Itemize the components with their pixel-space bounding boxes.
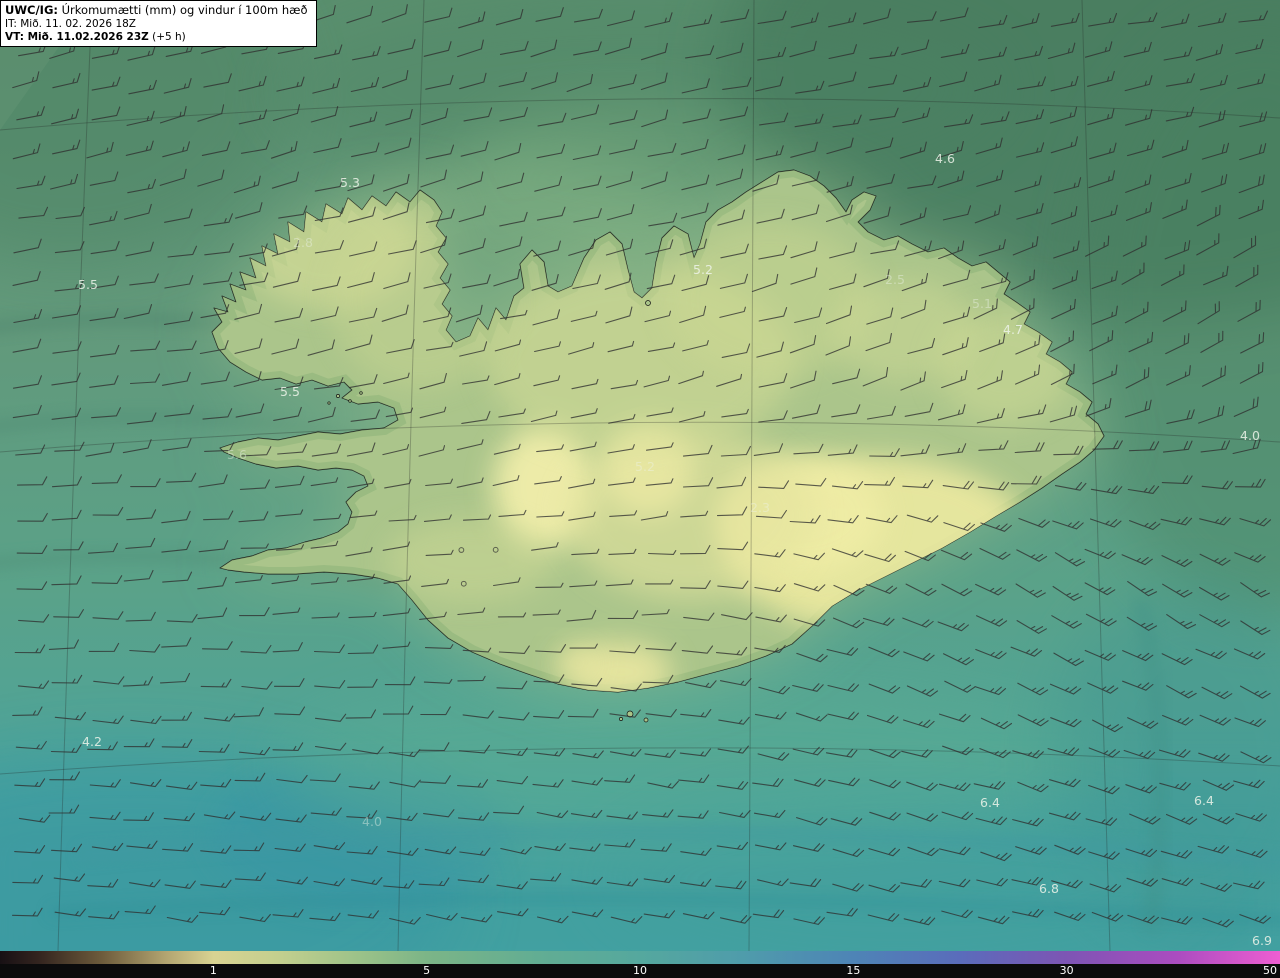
contour-label: 5.1: [972, 296, 992, 311]
contour-label: 4.0: [362, 814, 382, 829]
contour-label: 4.2: [82, 734, 102, 749]
contour-label: 6.8: [1039, 881, 1059, 896]
colorbar-gradient: [0, 951, 1280, 964]
colorbar-tick-label: 15: [846, 964, 860, 978]
contour-label: 6.9: [1252, 933, 1272, 948]
contour-label: 5.2: [693, 262, 713, 277]
contour-label: 4.6: [935, 151, 955, 166]
map-title-box: UWC/IG: Úrkomumætti (mm) og vindur í 100…: [0, 0, 317, 47]
valid-time: VT: Mið. 11.02.2026 23Z (+5 h): [5, 31, 308, 43]
contour-label: 6.4: [1194, 793, 1214, 808]
contour-label: 4.7: [1003, 322, 1023, 337]
valid-time-main: VT: Mið. 11.02.2026 23Z: [5, 31, 149, 43]
contour-label: 5.5: [78, 277, 98, 292]
colorbar-tick-label: 5: [423, 964, 430, 978]
model-name: UWC/IG:: [5, 3, 58, 17]
contour-label: 5.2: [635, 459, 655, 474]
contour-label: 5.3: [340, 175, 360, 190]
colorbar-tick-label: 1: [210, 964, 217, 978]
contour-label: 6.4: [980, 795, 1000, 810]
contour-label: 2.8: [293, 235, 313, 250]
colorbar: 1510153050: [0, 951, 1280, 978]
map-canvas: 5.3 2.8 5.5 5.2 2.5 4.6 5.1 4.7 4.0 5.5 5.6 5.2 2.3 4…: [0, 0, 1280, 951]
map-title: UWC/IG: Úrkomumætti (mm) og vindur í 100…: [5, 3, 308, 17]
contour-label: 2.5: [885, 272, 905, 287]
contour-label: 2.3: [750, 500, 770, 515]
contour-label: 5.6: [227, 447, 247, 462]
colorbar-tick-label: 30: [1060, 964, 1074, 978]
colorbar-tick-label: 50: [1263, 964, 1277, 978]
map-title-text: Úrkomumætti (mm) og vindur í 100m hæð: [58, 3, 308, 17]
colorbar-tick-label: 10: [633, 964, 647, 978]
weather-map: 5.3 2.8 5.5 5.2 2.5 4.6 5.1 4.7 4.0 5.5 5.6 5.2 2.3 4…: [0, 0, 1280, 978]
contour-label: 4.0: [1240, 428, 1260, 443]
init-time: IT: Mið. 11. 02. 2026 18Z: [5, 18, 308, 30]
valid-time-offset: (+5 h): [149, 31, 186, 43]
contour-label: 5.5: [280, 384, 300, 399]
